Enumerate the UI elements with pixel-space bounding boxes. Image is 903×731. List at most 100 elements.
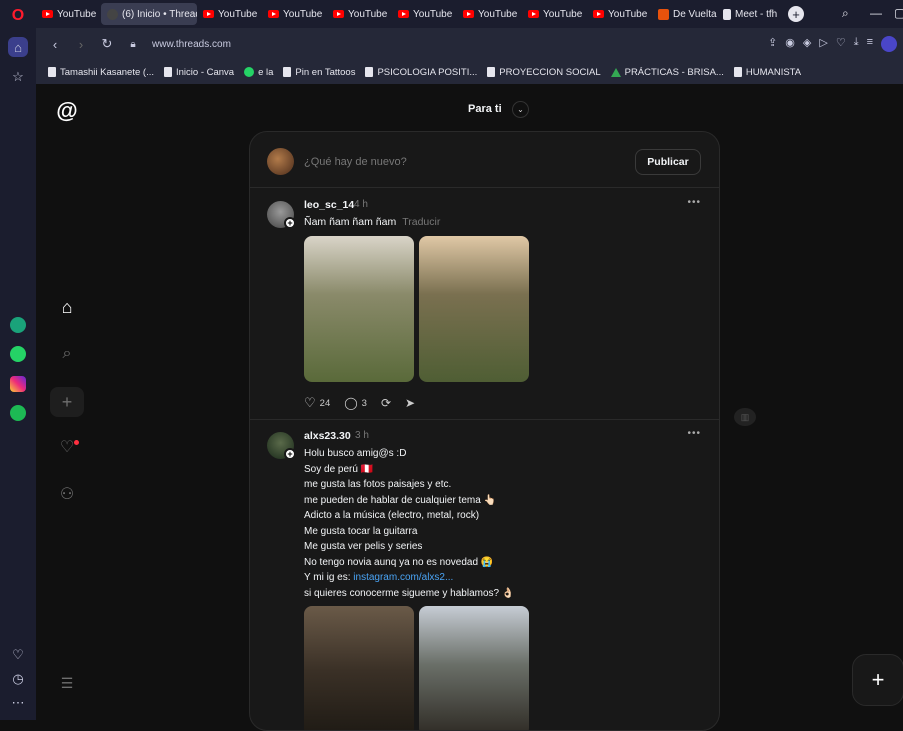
- bookmark[interactable]: e la: [244, 67, 273, 78]
- spotify-icon[interactable]: [10, 405, 26, 421]
- drive-icon: [610, 67, 621, 77]
- columns-icon[interactable]: ▥: [734, 408, 756, 426]
- chevron-down-icon[interactable]: ⌄: [512, 101, 529, 118]
- maximize-icon[interactable]: ▢: [894, 6, 903, 20]
- menu-icon[interactable]: ≡: [867, 36, 873, 52]
- share-icon[interactable]: ⇪: [768, 36, 777, 52]
- instagram-icon[interactable]: [10, 376, 26, 392]
- composer: ¿Qué hay de nuevo? Publicar: [250, 132, 719, 188]
- doc-icon: [365, 67, 374, 77]
- opera-sidebar: O ⌂ ☆ ♡ ◷ ⋯: [0, 0, 36, 720]
- bookmark[interactable]: HUMANISTA: [733, 67, 801, 78]
- whatsapp-icon[interactable]: [10, 346, 26, 362]
- follow-plus-icon[interactable]: +: [284, 217, 296, 229]
- youtube-icon: [333, 10, 344, 18]
- back-icon[interactable]: ‹: [48, 37, 62, 52]
- create-post-button[interactable]: +: [852, 654, 903, 706]
- download-icon[interactable]: ⤓: [854, 36, 859, 52]
- username[interactable]: alxs23.30: [304, 430, 351, 442]
- shield-icon[interactable]: ◈: [803, 36, 811, 52]
- heart-icon[interactable]: ♡: [836, 36, 846, 52]
- create-icon[interactable]: +: [50, 387, 84, 417]
- camera-icon[interactable]: ◉: [785, 36, 795, 52]
- feed-title[interactable]: Para ti: [468, 103, 502, 115]
- bookmark[interactable]: PROYECCION SOCIAL: [487, 67, 601, 78]
- post-image[interactable]: [419, 606, 529, 730]
- more-icon[interactable]: ⋯: [8, 693, 28, 713]
- minimize-icon[interactable]: —: [870, 6, 882, 20]
- threads-logo-icon[interactable]: @: [54, 98, 80, 124]
- bookmark[interactable]: PSICOLOGIA POSITI...: [365, 67, 477, 78]
- post: + leo_sc_14 4 h ••• Ñam ñam ñam ñam Tradu…: [250, 189, 719, 419]
- profile-icon[interactable]: ⚇: [54, 481, 80, 507]
- search-tabs-icon[interactable]: ⌕: [842, 6, 849, 21]
- post-image[interactable]: [419, 236, 529, 382]
- doc-icon: [487, 67, 496, 77]
- youtube-icon: [398, 10, 409, 18]
- doc-icon: [48, 67, 56, 77]
- bookmarks-bar: Tamashii Kasanete (... Inicio - Canva e …: [36, 60, 903, 84]
- heart-icon[interactable]: ♡: [8, 645, 28, 665]
- home-icon[interactable]: ⌂: [8, 37, 28, 57]
- chatgpt-icon[interactable]: [10, 317, 26, 333]
- reload-icon[interactable]: ↻: [100, 36, 114, 52]
- feed: ¿Qué hay de nuevo? Publicar + leo_sc_14 …: [249, 131, 720, 731]
- tab[interactable]: YouTube: [36, 3, 101, 25]
- activity-heart-icon[interactable]: ♡: [54, 434, 80, 460]
- bookmark[interactable]: Inicio - Canva: [164, 67, 234, 78]
- profile-icon[interactable]: [881, 36, 897, 52]
- follow-plus-icon[interactable]: +: [284, 448, 296, 460]
- tab[interactable]: YouTube: [392, 3, 457, 25]
- search-icon[interactable]: ⌕: [54, 341, 80, 367]
- post-text-line: Me gusta tocar la guitarra: [304, 525, 418, 537]
- more-options-icon[interactable]: •••: [687, 428, 701, 439]
- avatar[interactable]: [267, 148, 294, 175]
- youtube-icon: [528, 10, 539, 18]
- post-image[interactable]: [304, 606, 414, 730]
- composer-input[interactable]: ¿Qué hay de nuevo?: [304, 156, 407, 168]
- history-icon[interactable]: ◷: [8, 669, 28, 689]
- doc-icon: [733, 67, 742, 77]
- star-icon[interactable]: ☆: [8, 67, 28, 87]
- post-image[interactable]: [304, 236, 414, 382]
- tab[interactable]: YouTube: [262, 3, 327, 25]
- send-icon[interactable]: ▷: [819, 36, 827, 52]
- tab[interactable]: YouTube: [587, 3, 652, 25]
- forward-icon[interactable]: ›: [74, 37, 88, 52]
- youtube-icon: [463, 10, 474, 18]
- site-favicon-icon: [658, 8, 669, 20]
- tab[interactable]: YouTube: [197, 3, 262, 25]
- bookmark[interactable]: Tamashii Kasanete (...: [48, 67, 154, 78]
- menu-icon[interactable]: ☰: [54, 670, 80, 696]
- tab[interactable]: YouTube: [457, 3, 522, 25]
- bookmark[interactable]: PRÁCTICAS - BRISA...: [610, 67, 724, 78]
- toolbar-icons: ⇪ ◉ ◈ ▷ ♡ ⤓ ≡: [768, 36, 897, 52]
- home-icon[interactable]: ⌂: [54, 294, 80, 320]
- doc-icon: [164, 67, 172, 77]
- new-tab-button[interactable]: +: [788, 6, 804, 22]
- tab[interactable]: YouTube: [522, 3, 587, 25]
- translate-link[interactable]: Traducir: [402, 216, 440, 228]
- share-button[interactable]: ➤: [405, 396, 415, 410]
- tab[interactable]: Meet - tfh: [717, 3, 782, 25]
- bookmark[interactable]: Pin en Tattoos: [283, 67, 355, 78]
- tab[interactable]: YouTube: [327, 3, 392, 25]
- comment-button[interactable]: ◯ 3: [344, 396, 367, 410]
- instagram-link[interactable]: instagram.com/alxs2...: [353, 572, 453, 583]
- opera-logo-icon[interactable]: O: [8, 6, 28, 26]
- repost-button[interactable]: ⟳: [381, 396, 391, 410]
- tab[interactable]: De Vuelta: [652, 3, 717, 25]
- doc-icon: [283, 67, 292, 77]
- publish-button[interactable]: Publicar: [635, 149, 701, 175]
- url-field[interactable]: www.threads.com: [152, 39, 231, 50]
- heart-icon: ♡: [304, 395, 316, 410]
- post-text-line: me pueden de hablar de cualquier tema 👆🏻: [304, 494, 497, 506]
- username[interactable]: leo_sc_14: [304, 199, 354, 211]
- tab-threads[interactable]: (6) Inicio • Threads: [101, 3, 197, 25]
- post-text-line: Adicto a la música (electro, metal, rock…: [304, 510, 480, 521]
- more-options-icon[interactable]: •••: [687, 197, 701, 208]
- send-icon: ➤: [405, 396, 416, 410]
- like-button[interactable]: ♡ 24: [304, 395, 330, 411]
- notification-dot: [74, 440, 79, 445]
- post-text-line: Me gusta ver pelis y series: [304, 541, 423, 552]
